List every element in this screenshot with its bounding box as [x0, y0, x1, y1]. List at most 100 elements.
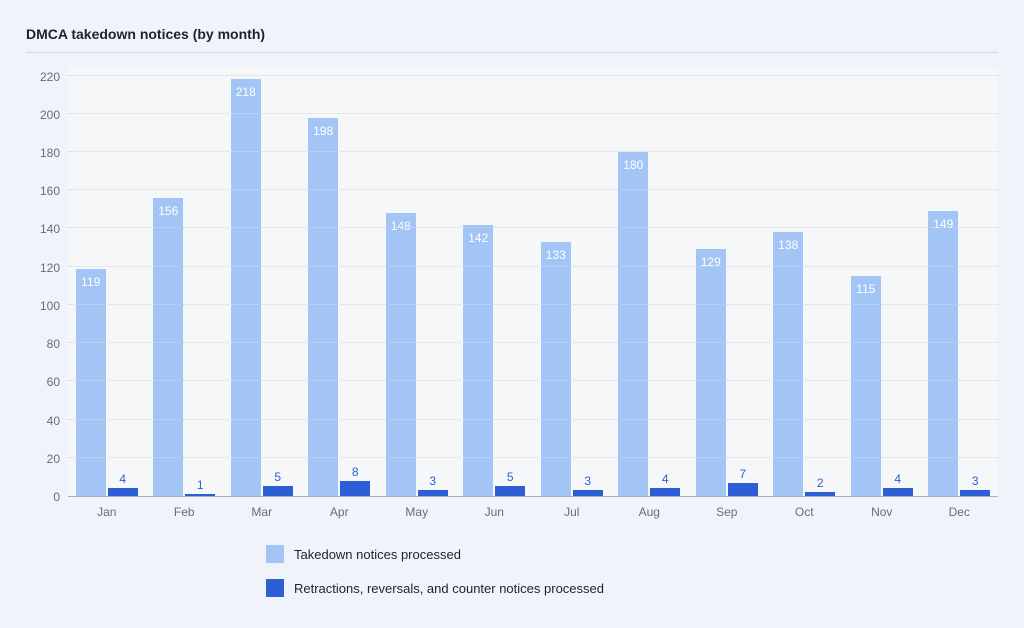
month-group: 138 2 [766, 67, 844, 496]
bar-label-takedowns: 115 [856, 282, 875, 296]
x-tick: Jan [68, 497, 146, 521]
y-tick: 200 [40, 108, 60, 122]
bar-label-takedowns: 133 [546, 248, 566, 262]
legend: Takedown notices processed Retractions, … [266, 545, 998, 597]
x-tick: Jul [533, 497, 611, 521]
month-group: 149 3 [921, 67, 999, 496]
bar-retractions: 2 [805, 492, 835, 496]
month-group: 142 5 [456, 67, 534, 496]
bar-label-retractions: 3 [429, 474, 436, 488]
bar-label-takedowns: 156 [158, 204, 178, 218]
bar-label-retractions: 4 [894, 472, 901, 486]
gridline [68, 457, 998, 458]
y-tick: 140 [40, 222, 60, 236]
bar-retractions: 4 [883, 488, 913, 496]
bar-label-takedowns: 149 [933, 217, 953, 231]
bar-retractions: 5 [263, 486, 293, 496]
month-group: 218 5 [223, 67, 301, 496]
y-tick: 20 [47, 452, 60, 466]
bar-label-retractions: 4 [119, 472, 126, 486]
bar-label-retractions: 2 [817, 476, 824, 490]
bar-label-takedowns: 138 [778, 238, 798, 252]
bar-retractions: 3 [418, 490, 448, 496]
bar-takedowns: 119 [76, 269, 106, 496]
month-group: 1988 [301, 67, 379, 496]
x-tick: May [378, 497, 456, 521]
y-tick: 60 [47, 375, 60, 389]
bar-label-takedowns: 218 [236, 85, 256, 99]
bar-retractions: 8 [340, 481, 370, 496]
month-group: 119 4 [68, 67, 146, 496]
legend-label-takedowns: Takedown notices processed [294, 547, 461, 562]
bar-label-takedowns: 129 [701, 255, 721, 269]
legend-item-retractions: Retractions, reversals, and counter noti… [266, 579, 998, 597]
y-axis: 020406080100120140160180200220 [26, 67, 68, 497]
bar-retractions: 4 [108, 488, 138, 496]
gridline [68, 151, 998, 152]
x-tick: Feb [146, 497, 224, 521]
bar-label-retractions: 7 [739, 467, 746, 481]
plot-area-wrap: 020406080100120140160180200220 119415612… [26, 67, 998, 497]
bar-label-takedowns: 119 [81, 275, 100, 289]
gridline [68, 189, 998, 190]
gridline [68, 266, 998, 267]
x-tick: Jun [456, 497, 534, 521]
chart-title: DMCA takedown notices (by month) [26, 26, 998, 53]
bar-takedowns: 156 [153, 198, 183, 496]
bar-takedowns: 148 [386, 213, 416, 496]
x-tick: Sep [688, 497, 766, 521]
bar-takedowns: 133 [541, 242, 571, 496]
bar-takedowns: 129 [696, 249, 726, 496]
month-group: 115 4 [843, 67, 921, 496]
bar-takedowns: 198 [308, 118, 338, 496]
month-group: 1483 [378, 67, 456, 496]
y-tick: 0 [53, 490, 60, 504]
bar-label-takedowns: 198 [313, 124, 333, 138]
bar-label-retractions: 3 [972, 474, 979, 488]
y-tick: 80 [47, 337, 60, 351]
bar-takedowns: 180 [618, 152, 648, 496]
bar-retractions: 3 [573, 490, 603, 496]
gridline [68, 419, 998, 420]
bar-retractions: 4 [650, 488, 680, 496]
gridline [68, 75, 998, 76]
bar-takedowns: 218 [231, 79, 261, 496]
month-group: 1804 [611, 67, 689, 496]
y-tick: 160 [40, 184, 60, 198]
gridline [68, 304, 998, 305]
month-group: 133 3 [533, 67, 611, 496]
y-tick: 120 [40, 261, 60, 275]
bar-retractions: 5 [495, 486, 525, 496]
x-tick: Apr [301, 497, 379, 521]
bar-retractions: 1 [185, 494, 215, 496]
gridline [68, 380, 998, 381]
gridline [68, 113, 998, 114]
y-tick: 220 [40, 70, 60, 84]
month-group: 129 7 [688, 67, 766, 496]
bar-label-retractions: 4 [662, 472, 669, 486]
x-tick: Dec [921, 497, 999, 521]
chart-card: DMCA takedown notices (by month) 0 20 40 60… [26, 26, 998, 597]
x-tick: Mar [223, 497, 301, 521]
bar-label-retractions: 8 [352, 465, 359, 479]
bar-label-takedowns: 180 [623, 158, 643, 172]
plot-area: 1194156121851988148314251333180412971382… [68, 67, 998, 497]
bar-retractions: 7 [728, 483, 758, 496]
legend-label-retractions: Retractions, reversals, and counter noti… [294, 581, 604, 596]
legend-item-takedowns: Takedown notices processed [266, 545, 998, 563]
y-tick: 40 [47, 414, 60, 428]
bar-label-retractions: 5 [507, 470, 514, 484]
month-group: 1561 [146, 67, 224, 496]
legend-swatch-retractions [266, 579, 284, 597]
bar-label-retractions: 3 [584, 474, 591, 488]
gridline [68, 342, 998, 343]
gridline [68, 227, 998, 228]
bar-label-takedowns: 142 [468, 231, 488, 245]
x-tick: Aug [611, 497, 689, 521]
x-tick: Oct [766, 497, 844, 521]
legend-swatch-takedowns [266, 545, 284, 563]
bar-retractions: 3 [960, 490, 990, 496]
x-tick: Nov [843, 497, 921, 521]
bar-takedowns: 149 [928, 211, 958, 496]
y-tick: 100 [40, 299, 60, 313]
